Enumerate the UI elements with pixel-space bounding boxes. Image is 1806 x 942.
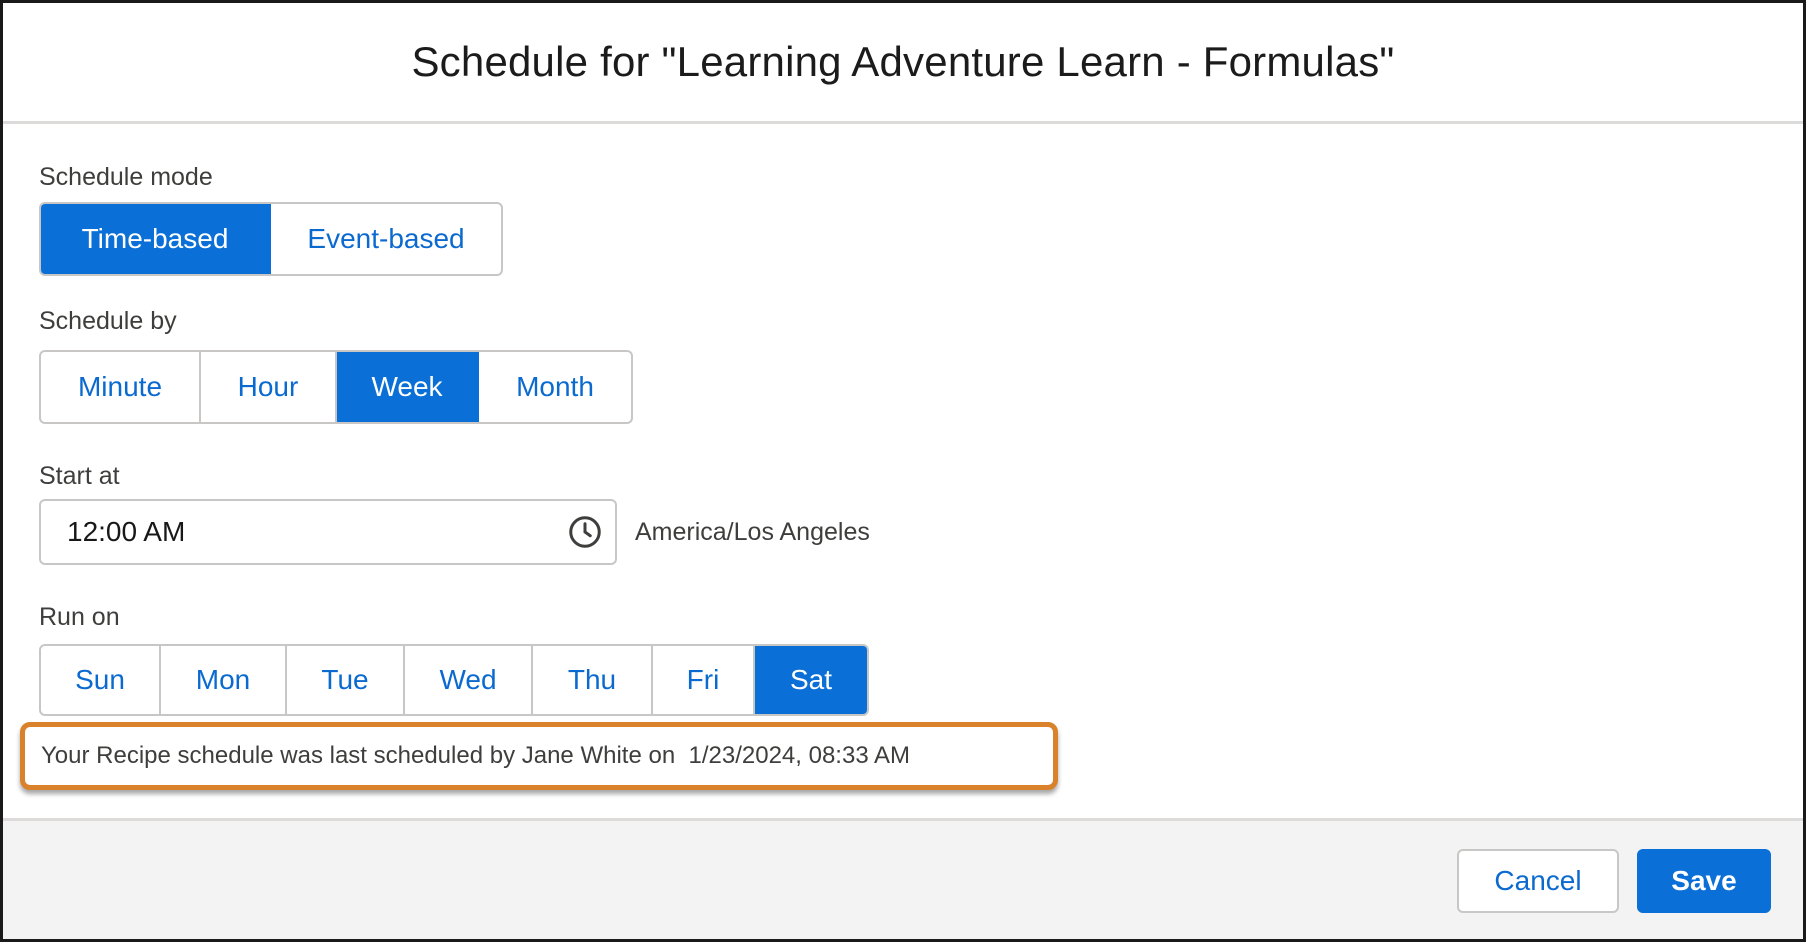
modal-header: Schedule for "Learning Adventure Learn -… xyxy=(3,3,1803,124)
schedule-by-minute-button[interactable]: Minute xyxy=(41,352,201,422)
modal-footer: Cancel Save xyxy=(3,818,1803,939)
run-on-mon-button[interactable]: Mon xyxy=(161,646,287,714)
run-on-label: Run on xyxy=(39,603,120,631)
schedule-modal: Schedule for "Learning Adventure Learn -… xyxy=(0,0,1806,942)
save-button[interactable]: Save xyxy=(1637,849,1771,913)
last-scheduled-notice: Your Recipe schedule was last scheduled … xyxy=(20,722,1058,790)
start-at-label: Start at xyxy=(39,462,120,490)
timezone-label: America/Los Angeles xyxy=(635,518,870,546)
schedule-mode-label: Schedule mode xyxy=(39,163,213,191)
run-on-group: Sun Mon Tue Wed Thu Fri Sat xyxy=(39,644,869,716)
cancel-button[interactable]: Cancel xyxy=(1457,849,1619,913)
modal-title: Schedule for "Learning Adventure Learn -… xyxy=(411,38,1395,85)
run-on-sat-button[interactable]: Sat xyxy=(755,646,867,714)
run-on-sun-button[interactable]: Sun xyxy=(41,646,161,714)
schedule-by-group: Minute Hour Week Month xyxy=(39,350,633,424)
last-scheduled-text: Your Recipe schedule was last scheduled … xyxy=(41,742,911,769)
schedule-by-hour-button[interactable]: Hour xyxy=(201,352,337,422)
clock-icon[interactable] xyxy=(567,514,603,550)
run-on-thu-button[interactable]: Thu xyxy=(533,646,653,714)
run-on-tue-button[interactable]: Tue xyxy=(287,646,405,714)
start-time-value: 12:00 AM xyxy=(67,516,186,547)
schedule-mode-event-based-button[interactable]: Event-based xyxy=(271,204,501,274)
schedule-mode-group: Time-based Event-based xyxy=(39,202,503,276)
run-on-wed-button[interactable]: Wed xyxy=(405,646,533,714)
start-time-input[interactable]: 12:00 AM xyxy=(39,499,617,565)
schedule-mode-time-based-button[interactable]: Time-based xyxy=(41,204,271,274)
run-on-fri-button[interactable]: Fri xyxy=(653,646,755,714)
schedule-by-month-button[interactable]: Month xyxy=(479,352,631,422)
schedule-by-week-button[interactable]: Week xyxy=(337,352,479,422)
schedule-by-label: Schedule by xyxy=(39,307,177,335)
